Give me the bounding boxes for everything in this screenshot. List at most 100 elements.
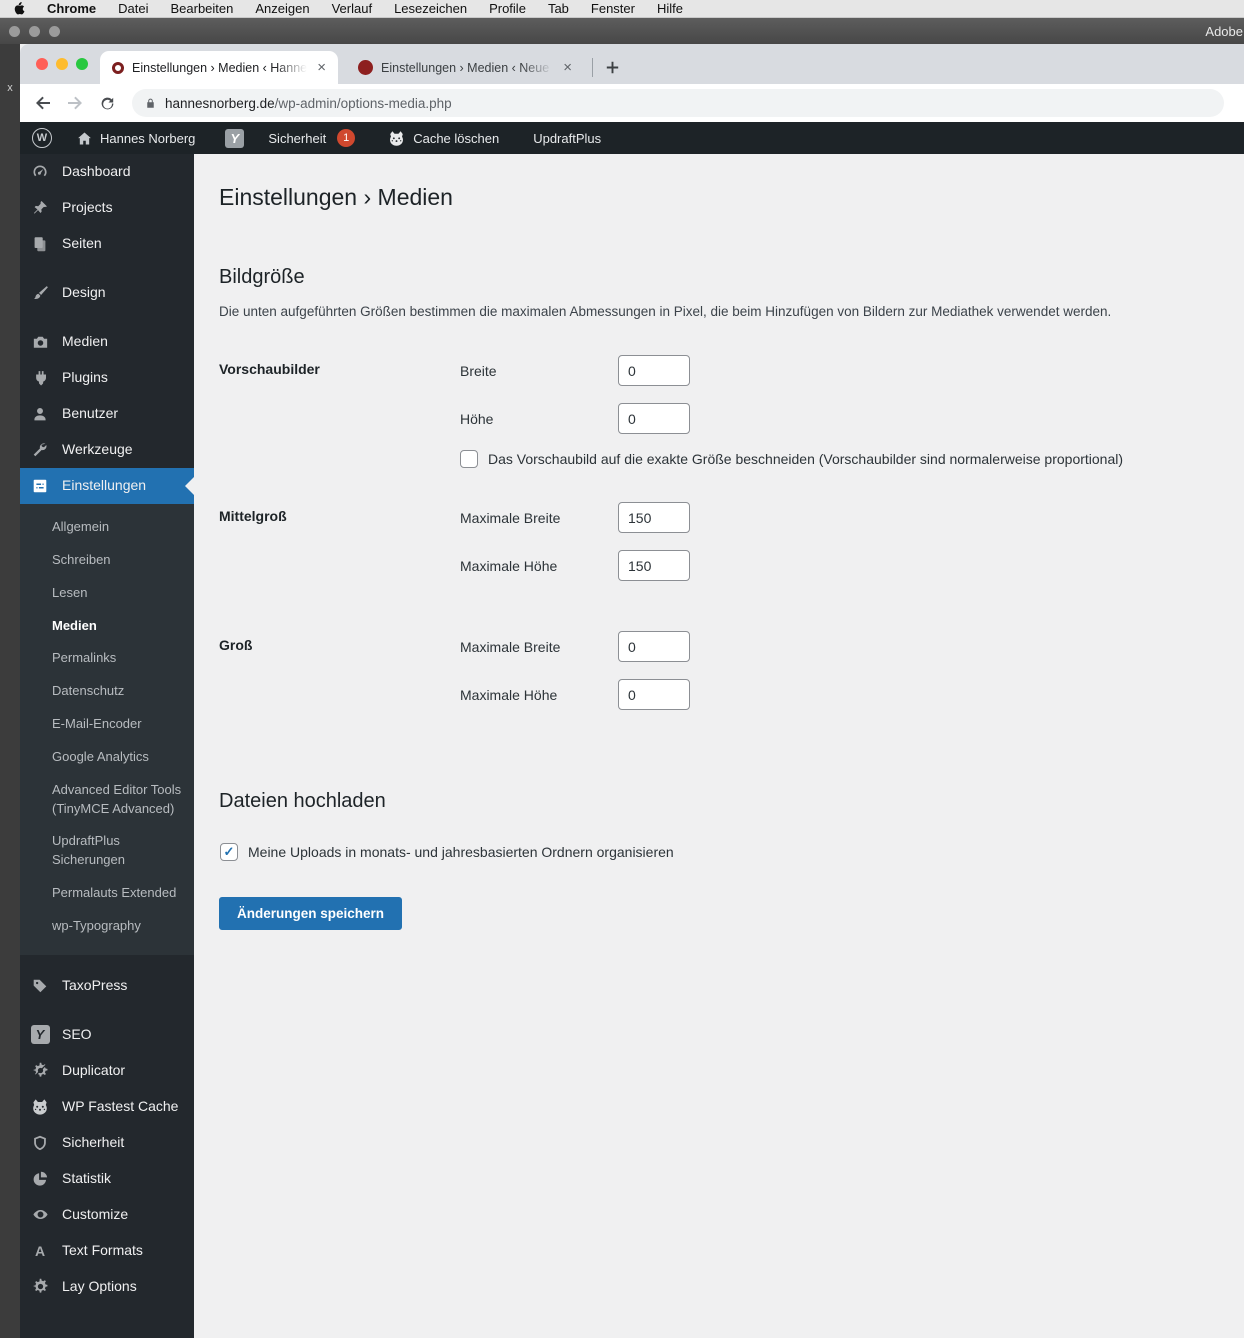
organize-uploads-checkbox[interactable] [220,843,238,861]
thumbnail-height-input[interactable] [618,403,690,434]
cheetah-icon [390,130,404,146]
background-traffic-light [29,25,40,37]
menubar-item-anzeigen[interactable]: Anzeigen [255,1,309,16]
thumbnail-width-input[interactable] [618,355,690,386]
security-label: Sicherheit [268,130,327,146]
sidebar-subitem-advanced-editor-tools[interactable]: Advanced Editor Tools (TinyMCE Advanced) [20,774,194,826]
settings-media-content: Einstellungen › Medien Bildgröße Die unt… [194,154,1244,1338]
menubar-item-bearbeiten[interactable]: Bearbeiten [170,1,233,16]
sidebar-item-text-formats[interactable]: A Text Formats [20,1233,194,1269]
sidebar-subitem-permalauts[interactable]: Permalauts Extended [20,877,194,910]
updraftplus-menu[interactable]: UpdraftPlus [521,122,613,154]
wp-logo-menu[interactable]: W [20,122,64,154]
background-app-strip: x [0,44,20,1338]
medium-max-width-input[interactable] [618,502,690,533]
tab-close-icon[interactable]: × [315,60,328,75]
thumbnail-width-label: Breite [460,362,497,379]
crop-thumbnail-label: Das Vorschaubild auf die exakte Größe be… [488,451,1124,467]
browser-toolbar: hannesnorberg.de/wp-admin/options-media.… [20,84,1244,122]
large-max-width-input[interactable] [618,631,690,662]
sidebar-item-design[interactable]: Design [20,275,194,311]
sidebar-subitem-updraftplus[interactable]: UpdraftPlus Sicherungen [20,825,194,877]
minimize-window-button[interactable] [56,58,68,70]
sidebar-item-medien[interactable]: Medien [20,324,194,360]
sidebar-subitem-permalinks[interactable]: Permalinks [20,642,194,675]
sidebar-item-lay-options[interactable]: Lay Options [20,1269,194,1305]
close-window-button[interactable] [36,58,48,70]
wp-admin-page: W Hannes Norberg Y Sicherheit 1 Cache lö… [20,122,1244,1338]
sidebar-item-dashboard[interactable]: Dashboard [20,154,194,190]
save-changes-button[interactable]: Änderungen speichern [219,897,403,930]
sidebar-subitem-allgemein[interactable]: Allgemein [20,511,194,544]
menubar-item-profile[interactable]: Profile [489,1,526,16]
background-traffic-light [9,25,20,37]
menubar-item-verlauf[interactable]: Verlauf [332,1,372,16]
tab-inactive[interactable]: Einstellungen › Medien ‹ Neue × [346,51,584,84]
medium-max-height-input[interactable] [618,550,690,581]
sidebar-subitem-wp-typography[interactable]: wp-Typography [20,910,194,943]
dashboard-icon [30,162,50,182]
sidebar-item-duplicator[interactable]: Duplicator [20,1053,194,1089]
sidebar-item-seiten[interactable]: Seiten [20,226,194,262]
large-max-height-input[interactable] [618,679,690,710]
url-bar[interactable]: hannesnorberg.de/wp-admin/options-media.… [132,89,1224,117]
form-row-medium: Mittelgroß Maximale Breite Maximale Höhe [219,502,1208,581]
sidebar-item-sicherheit[interactable]: Sicherheit [20,1125,194,1161]
sidebar-item-customize[interactable]: Customize [20,1197,194,1233]
clear-cache-menu[interactable]: Cache löschen [375,122,511,154]
tab-close-icon[interactable]: × [561,60,574,75]
site-name-menu[interactable]: Hannes Norberg [64,122,207,154]
sidebar-subitem-datenschutz[interactable]: Datenschutz [20,675,194,708]
tab-title: Einstellungen › Medien ‹ Hanne [132,60,308,75]
tab-active[interactable]: Einstellungen › Medien ‹ Hanne × [100,51,338,84]
menubar-item-fenster[interactable]: Fenster [591,1,635,16]
sidebar-item-statistik[interactable]: Statistik [20,1161,194,1197]
sidebar-subitem-medien[interactable]: Medien [20,610,194,643]
security-menu[interactable]: Sicherheit 1 [256,122,367,154]
menubar-item-hilfe[interactable]: Hilfe [657,1,683,16]
user-icon [30,404,50,424]
tag-icon [30,976,50,996]
wp-sidebar: Dashboard Projects Seiten Design Medien … [20,154,194,1338]
traffic-lights [36,58,88,70]
favicon-ring-icon [112,61,124,74]
reload-icon[interactable] [94,90,120,116]
wordpress-logo-icon: W [32,128,52,148]
sidebar-subitem-email-encoder[interactable]: E-Mail-Encoder [20,708,194,741]
pages-icon [30,234,50,254]
sidebar-item-wp-fastest-cache[interactable]: WP Fastest Cache [20,1089,194,1125]
menubar-item-chrome[interactable]: Chrome [47,1,96,16]
back-icon[interactable] [30,90,56,116]
pin-icon [30,198,50,218]
background-window-titlebar: Adobe [0,18,1244,44]
macos-menubar: Chrome Datei Bearbeiten Anzeigen Verlauf… [0,0,1244,18]
yoast-menu[interactable]: Y [213,122,256,154]
home-icon [78,132,91,144]
sidebar-item-benutzer[interactable]: Benutzer [20,396,194,432]
favicon-dot-icon [358,60,373,75]
menubar-item-lesezeichen[interactable]: Lesezeichen [394,1,467,16]
sidebar-item-einstellungen[interactable]: Einstellungen [20,468,194,504]
large-label: Groß [219,637,253,653]
medium-label: Mittelgroß [219,508,287,524]
apple-icon[interactable] [12,1,25,16]
forward-icon[interactable] [62,90,88,116]
crop-thumbnail-checkbox[interactable] [460,450,478,468]
image-sizes-description: Die unten aufgeführten Größen bestimmen … [219,304,1112,319]
menubar-item-datei[interactable]: Datei [118,1,148,16]
sidebar-item-taxopress[interactable]: TaxoPress [20,968,194,1004]
plugin-icon [30,368,50,388]
media-icon [30,332,50,352]
menubar-item-tab[interactable]: Tab [548,1,569,16]
sidebar-item-plugins[interactable]: Plugins [20,360,194,396]
sidebar-subitem-google-analytics[interactable]: Google Analytics [20,741,194,774]
sidebar-item-projects[interactable]: Projects [20,190,194,226]
yoast-icon: Y [225,128,245,148]
pie-chart-icon [30,1169,50,1189]
sidebar-item-seo[interactable]: Y SEO [20,1017,194,1053]
zoom-window-button[interactable] [76,58,88,70]
sidebar-item-werkzeuge[interactable]: Werkzeuge [20,432,194,468]
sidebar-subitem-schreiben[interactable]: Schreiben [20,544,194,577]
sidebar-subitem-lesen[interactable]: Lesen [20,577,194,610]
new-tab-button[interactable] [599,54,625,80]
